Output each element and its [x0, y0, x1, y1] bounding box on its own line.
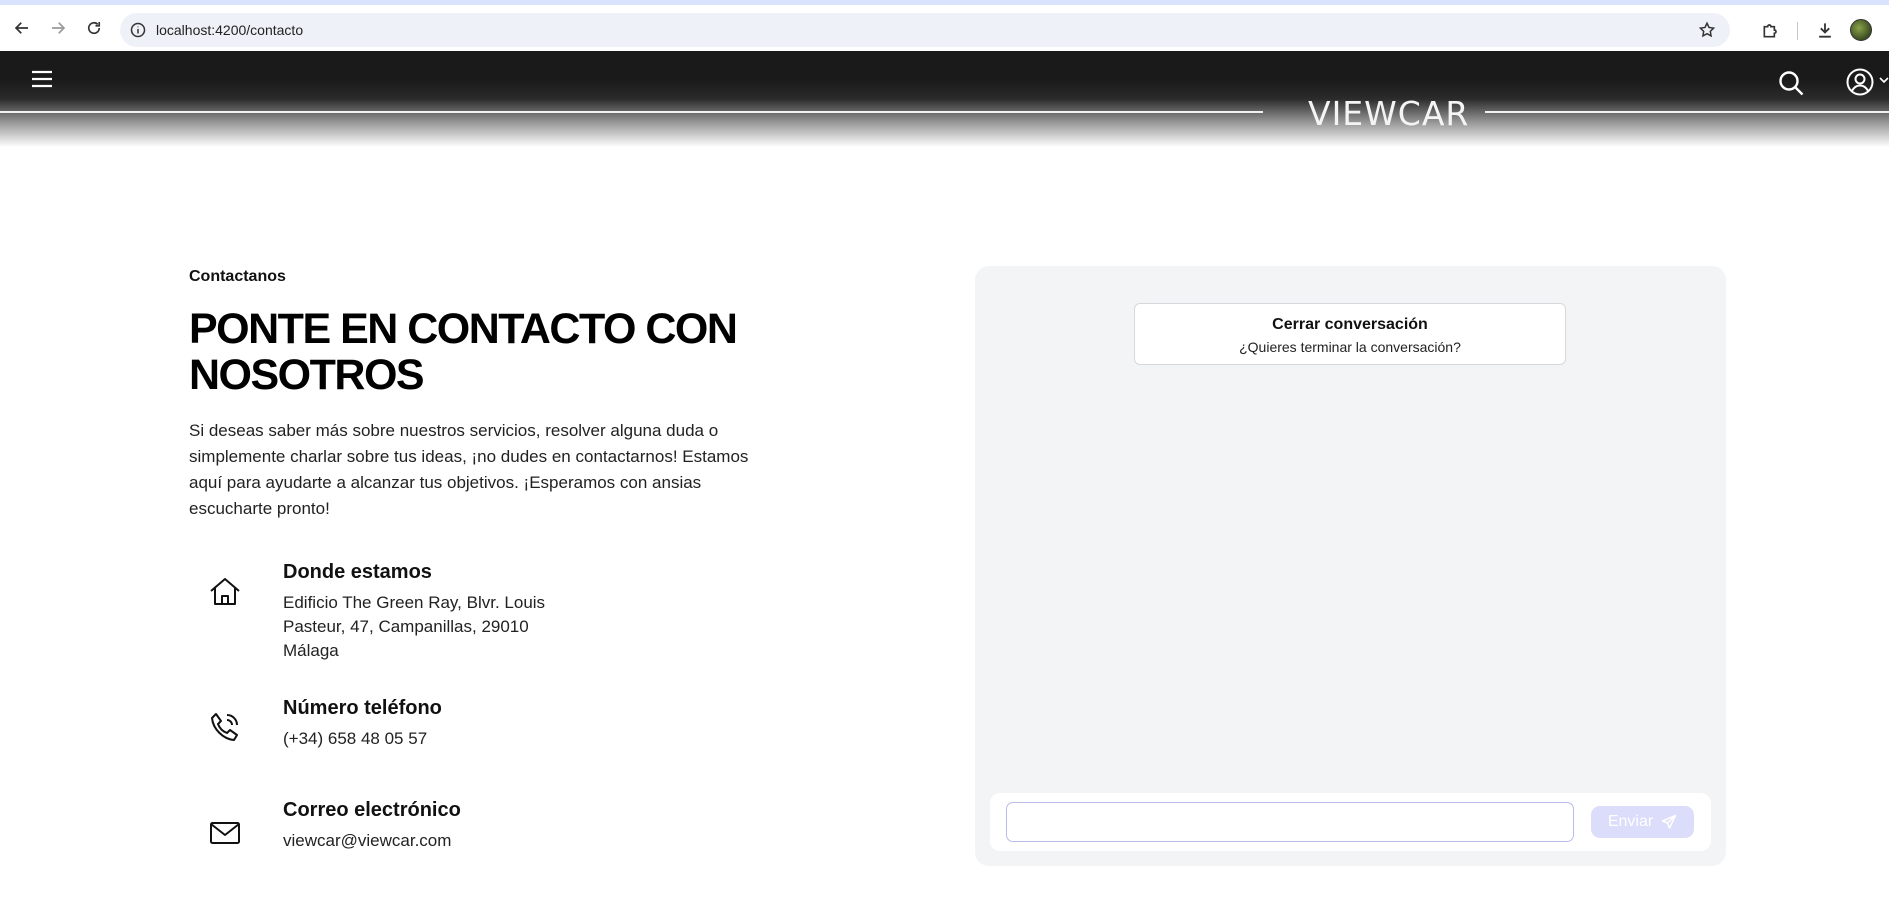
- close-conversation-subtitle: ¿Quieres terminar la conversación?: [1239, 339, 1461, 355]
- viewcar-logo[interactable]: VIEWCAR: [1308, 94, 1469, 133]
- mail-icon: [210, 822, 240, 844]
- location-address: Edificio The Green Ray, Blvr. Louis Past…: [283, 593, 546, 660]
- phone-title: Número teléfono: [283, 697, 442, 719]
- email-address[interactable]: viewcar@viewcar.com: [283, 829, 573, 853]
- close-conversation-card[interactable]: Cerrar conversación ¿Quieres terminar la…: [1134, 303, 1566, 365]
- page-title: PONTE EN CONTACTO CON NOSOTROS: [189, 305, 738, 399]
- contact-item-email: Correo electrónico viewcar@viewcar.com: [189, 799, 709, 859]
- chat-panel: Cerrar conversación ¿Quieres terminar la…: [975, 266, 1726, 866]
- site-info-icon[interactable]: [130, 22, 146, 38]
- close-conversation-title: Cerrar conversación: [1272, 316, 1428, 333]
- download-icon[interactable]: [1814, 19, 1836, 41]
- header-divider-left: [0, 111, 1263, 113]
- browser-profile-avatar[interactable]: [1850, 19, 1872, 41]
- reload-icon[interactable]: [82, 16, 106, 40]
- site-header: VIEWCAR: [0, 51, 1889, 147]
- phone-icon: [211, 713, 238, 741]
- contact-item-phone: Número teléfono (+34) 658 48 05 57: [189, 697, 709, 757]
- location-title: Donde estamos: [283, 561, 432, 583]
- phone-number[interactable]: (+34) 658 48 05 57: [283, 727, 573, 751]
- search-icon[interactable]: [1777, 69, 1805, 97]
- email-title: Correo electrónico: [283, 799, 461, 821]
- home-icon: [210, 578, 240, 605]
- forward-arrow-icon[interactable]: [46, 16, 70, 40]
- chat-message-input[interactable]: [1006, 802, 1574, 842]
- chat-input-bar: Enviar: [990, 793, 1711, 851]
- paper-plane-icon: [1661, 814, 1677, 829]
- contact-item-location: Donde estamos Edificio The Green Ray, Bl…: [189, 561, 709, 661]
- send-button[interactable]: Enviar: [1591, 806, 1694, 838]
- contact-intro-text: Si deseas saber más sobre nuestros servi…: [189, 421, 749, 518]
- back-arrow-icon[interactable]: [10, 16, 34, 40]
- chevron-down-icon[interactable]: [1879, 75, 1889, 85]
- browser-toolbar: localhost:4200/contacto: [0, 0, 1889, 51]
- bookmark-star-icon[interactable]: [1698, 21, 1716, 39]
- send-button-label: Enviar: [1607, 813, 1654, 830]
- extensions-icon[interactable]: [1760, 19, 1782, 41]
- user-account-icon[interactable]: [1845, 67, 1875, 97]
- toolbar-divider: [1797, 22, 1798, 40]
- header-divider-right: [1485, 111, 1889, 113]
- url-text: localhost:4200/contacto: [156, 22, 304, 38]
- address-bar[interactable]: localhost:4200/contacto: [120, 13, 1730, 47]
- contact-eyebrow: Contactanos: [189, 268, 286, 285]
- hamburger-menu-icon[interactable]: [30, 67, 54, 91]
